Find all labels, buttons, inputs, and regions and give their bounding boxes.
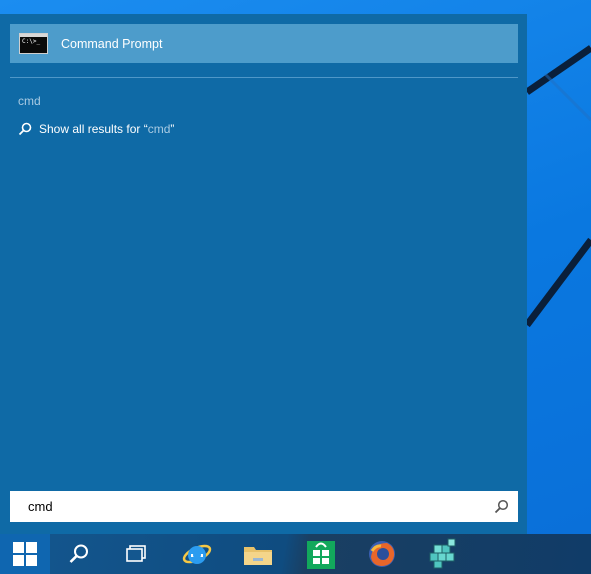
show-all-prefix: Show all results for “ [39,122,148,136]
search-icon [18,122,32,136]
search-box[interactable] [10,491,518,522]
show-all-results-link[interactable]: Show all results for “cmd” [18,122,174,136]
search-icon [69,544,88,563]
app-button[interactable] [418,534,468,574]
start-button[interactable] [0,534,50,574]
firefox-button[interactable] [357,534,407,574]
internet-explorer-icon [182,544,212,564]
cubes-icon [429,538,456,569]
firefox-icon [369,541,395,567]
command-prompt-icon: C:\>_ [19,33,48,54]
store-button[interactable] [296,534,346,574]
search-icon[interactable] [494,499,509,514]
store-icon [307,541,335,569]
taskbar-search-button[interactable] [54,534,104,574]
task-view-button[interactable] [111,534,161,574]
folder-icon [244,547,272,565]
result-group-header: cmd [18,94,41,108]
windows-logo-icon [13,542,37,566]
file-explorer-button[interactable] [233,534,283,574]
taskbar [0,534,591,574]
search-input[interactable] [28,499,428,514]
result-label: Command Prompt [61,36,163,51]
task-view-icon [126,545,146,562]
show-all-term: cmd [147,122,171,136]
start-search-panel: C:\>_ Command Prompt cmd Show all result… [0,14,527,534]
show-all-suffix: ” [170,122,175,136]
result-command-prompt[interactable]: C:\>_ Command Prompt [10,24,518,63]
divider [10,77,518,78]
internet-explorer-button[interactable] [172,534,222,574]
